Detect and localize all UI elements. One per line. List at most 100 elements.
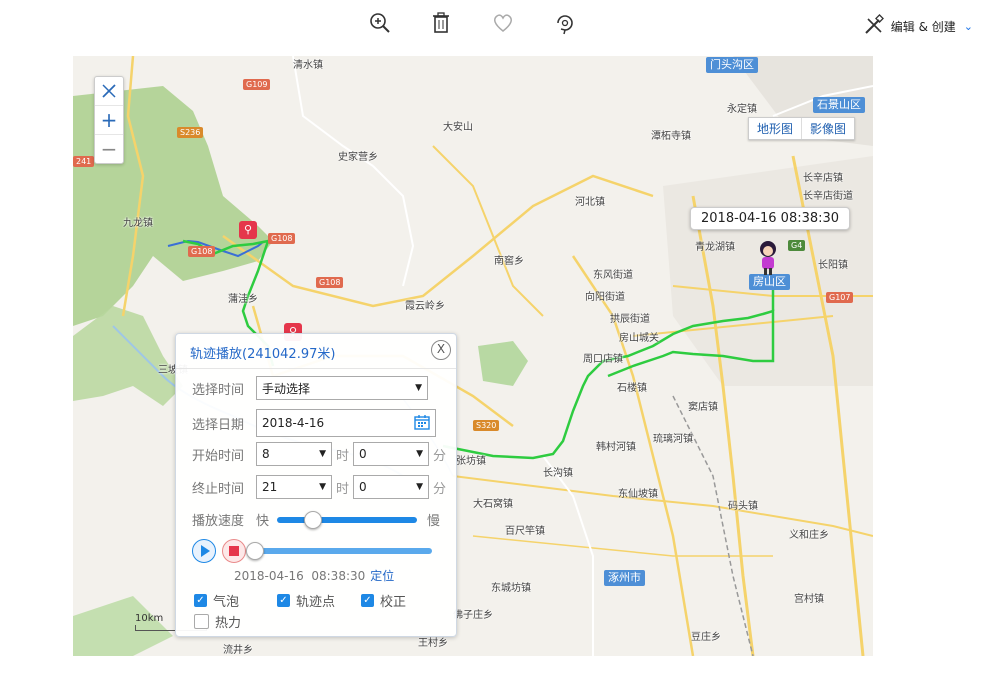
road-badge: G108 (268, 233, 296, 244)
waypoint-marker-icon[interactable]: ⚲ (239, 221, 257, 239)
close-button[interactable]: X (431, 340, 451, 360)
check-icon: ✓ (277, 594, 290, 607)
map-type-switch: 地形图 影像图 (748, 117, 856, 140)
bubble-checkbox[interactable]: ✓ 气泡 (194, 591, 239, 610)
checkbox-label: 气泡 (213, 595, 240, 610)
track-playback-panel: 轨迹播放(241042.97米) X 选择时间 手动选择 ▼ 选择日期 2018… (175, 333, 457, 637)
place-label: 周口店镇 (583, 354, 623, 365)
place-label: 拱辰街道 (610, 314, 650, 325)
stop-button[interactable] (222, 539, 246, 563)
place-label: 河北镇 (575, 197, 605, 208)
chevron-down-icon: ▼ (319, 482, 326, 492)
road-badge: G108 (316, 277, 344, 288)
date-value: 2018-4-16 (262, 416, 325, 430)
end-minute-value: 0 (359, 480, 367, 494)
road-badge: S320 (473, 420, 500, 431)
map-type-satellite[interactable]: 影像图 (802, 118, 854, 139)
road-badge: G4 (788, 240, 806, 251)
check-icon: ✓ (361, 594, 374, 607)
start-hour-value: 8 (262, 447, 270, 461)
district-label: 房山区 (749, 274, 790, 290)
chevron-down-icon: ▼ (416, 449, 424, 459)
place-label: 蒲洼乡 (228, 294, 258, 305)
chevron-down-icon: ▼ (319, 449, 326, 459)
place-label: 东城坊镇 (491, 583, 531, 594)
map-type-terrain[interactable]: 地形图 (749, 118, 803, 139)
checkbox-box (194, 614, 209, 629)
place-label: 向阳街道 (585, 292, 625, 303)
tool-switch-icon[interactable] (95, 77, 123, 106)
place-label: 长阳镇 (818, 260, 848, 271)
correction-checkbox[interactable]: ✓ 校正 (361, 591, 406, 610)
place-label: 史家营乡 (338, 152, 378, 163)
place-label: 东仙坡镇 (618, 489, 658, 500)
select-time-dropdown[interactable]: 手动选择 ▼ (256, 376, 428, 400)
calendar-icon[interactable] (414, 414, 430, 433)
start-hour-select[interactable]: 8 ▼ (256, 442, 332, 466)
place-label: 百尺竿镇 (505, 526, 545, 537)
chevron-down-icon: ⌄ (963, 20, 973, 33)
progress-slider[interactable] (246, 542, 432, 560)
person-marker-icon[interactable] (756, 240, 780, 276)
place-label: 霞云岭乡 (405, 301, 445, 312)
place-label: 东风街道 (593, 270, 633, 281)
trash-icon[interactable] (428, 10, 454, 36)
speed-label: 播放速度 (192, 514, 245, 529)
road-badge: G107 (826, 292, 854, 303)
hour-unit: 时 (336, 448, 350, 464)
select-time-label: 选择时间 (192, 382, 245, 398)
place-label: 潭柘寺镇 (651, 131, 691, 142)
select-time-value: 手动选择 (262, 381, 311, 396)
minute-unit: 分 (433, 448, 447, 464)
district-label: 石景山区 (813, 97, 865, 113)
zoom-out-button[interactable]: − (95, 135, 123, 163)
play-button[interactable] (192, 539, 216, 563)
edit-create-icon (863, 14, 885, 39)
chevron-down-icon: ▼ (415, 383, 422, 393)
speed-slow-label: 慢 (427, 514, 441, 529)
end-hour-value: 21 (262, 480, 278, 494)
place-label: 韩村河镇 (596, 442, 636, 453)
track-point-checkbox[interactable]: ✓ 轨迹点 (277, 591, 335, 610)
place-label: 琉璃河镇 (653, 434, 693, 445)
speed-slider-handle[interactable] (304, 510, 323, 529)
checkbox-label: 轨迹点 (296, 595, 336, 610)
place-label: 佛子庄乡 (453, 610, 493, 621)
place-label: 张坊镇 (456, 456, 486, 467)
heat-checkbox[interactable]: 热力 (194, 612, 241, 631)
date-input[interactable]: 2018-4-16 (256, 409, 436, 437)
stop-icon (229, 546, 239, 556)
end-minute-select[interactable]: 0 ▼ (353, 475, 430, 499)
playback-controls (192, 539, 432, 563)
place-label: 九龙镇 (123, 218, 153, 229)
end-time-row: 终止时间 21 ▼ 时 0 ▼ 分 (192, 475, 450, 499)
locate-link[interactable]: 定位 (370, 567, 394, 584)
speed-slider[interactable] (277, 510, 418, 529)
heart-icon[interactable] (490, 10, 516, 36)
edit-create-label: 编辑 & 创建 (890, 20, 956, 34)
end-hour-select[interactable]: 21 ▼ (256, 475, 332, 499)
progress-slider-handle[interactable] (246, 542, 264, 560)
select-time-row: 选择时间 手动选择 ▼ (192, 376, 428, 400)
zoom-in-icon[interactable] (367, 10, 393, 36)
place-label: 永定镇 (727, 104, 757, 115)
rotate-icon[interactable] (552, 10, 578, 36)
start-time-label: 开始时间 (192, 448, 245, 464)
district-label: 门头沟区 (706, 57, 758, 73)
place-label: 豆庄乡 (691, 632, 721, 643)
current-timestamp: 2018-04-16 08:38:30 (234, 568, 366, 583)
district-label: 涿州市 (604, 570, 645, 586)
start-minute-value: 0 (359, 447, 367, 461)
scale-label: 10km (135, 613, 164, 624)
start-minute-select[interactable]: 0 ▼ (353, 442, 430, 466)
start-time-row: 开始时间 8 ▼ 时 0 ▼ 分 (192, 442, 450, 466)
minute-unit: 分 (433, 481, 447, 497)
edit-create-menu[interactable]: 编辑 & 创建 ⌄ (863, 14, 973, 39)
place-label: 码头镇 (728, 501, 758, 512)
checkbox-label: 热力 (215, 616, 242, 631)
place-label: 青龙湖镇 (695, 242, 735, 253)
road-badge: G108 (188, 246, 216, 257)
place-label: 大安山 (443, 122, 473, 133)
zoom-in-button[interactable]: + (95, 106, 123, 135)
place-label: 石楼镇 (617, 383, 647, 394)
